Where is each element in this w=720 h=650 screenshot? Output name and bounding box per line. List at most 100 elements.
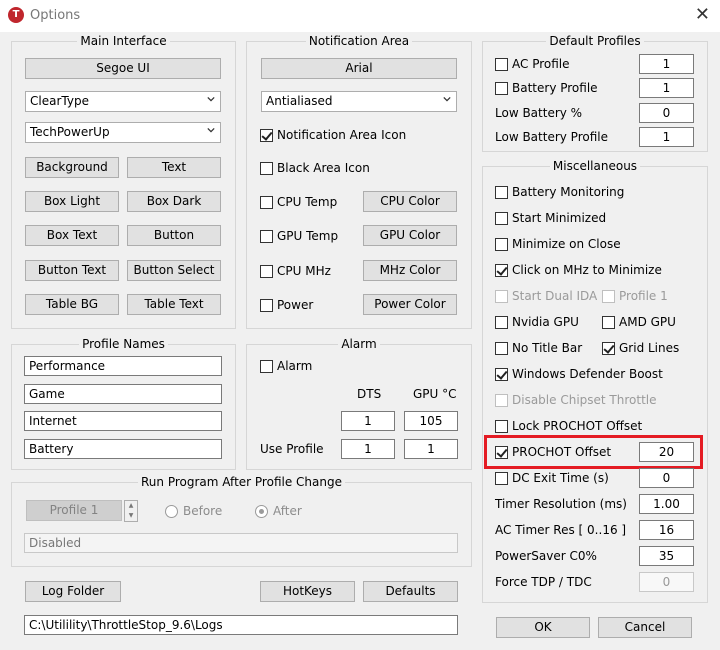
checkbox-checked-icon bbox=[495, 367, 508, 381]
checkbox-label: Lock PROCHOT Offset bbox=[512, 419, 643, 433]
button-color-button[interactable]: Button bbox=[127, 225, 221, 246]
box-dark-button[interactable]: Box Dark bbox=[127, 191, 221, 212]
defender-boost-checkbox[interactable]: Windows Defender Boost bbox=[495, 366, 663, 382]
start-dual-ida-checkbox[interactable]: Start Dual IDA bbox=[495, 288, 597, 304]
use-profile-dts-input[interactable]: 1 bbox=[341, 439, 395, 459]
cancel-button[interactable]: Cancel bbox=[598, 617, 692, 638]
lock-prochot-checkbox[interactable]: Lock PROCHOT Offset bbox=[495, 418, 642, 434]
battery-monitoring-checkbox[interactable]: Battery Monitoring bbox=[495, 184, 624, 200]
profile-name-2-input[interactable]: Game bbox=[24, 384, 222, 404]
checkbox-label: Start Dual IDA bbox=[512, 289, 598, 303]
cpu-color-button[interactable]: CPU Color bbox=[363, 191, 457, 212]
low-battery-profile-input[interactable]: 1 bbox=[639, 127, 694, 147]
profile-name-4-input[interactable]: Battery bbox=[24, 439, 222, 459]
notification-area-title: Notification Area bbox=[305, 34, 413, 48]
close-icon[interactable]: ✕ bbox=[695, 4, 710, 25]
profile-1-checkbox[interactable]: Profile 1 bbox=[602, 288, 668, 304]
ac-profile-input[interactable]: 1 bbox=[639, 54, 694, 74]
profile-name-1-input[interactable]: Performance bbox=[24, 356, 222, 376]
checkbox-label: Battery Profile bbox=[512, 81, 598, 95]
dc-exit-time-checkbox[interactable]: DC Exit Time (s) bbox=[495, 470, 609, 486]
background-color-button[interactable]: Background bbox=[25, 157, 119, 178]
gpu-color-button[interactable]: GPU Color bbox=[363, 225, 457, 246]
battery-profile-checkbox[interactable]: Battery Profile bbox=[495, 80, 598, 96]
radio-label: Before bbox=[183, 504, 223, 518]
main-font-button[interactable]: Segoe UI bbox=[25, 58, 221, 79]
use-profile-gpu-input[interactable]: 1 bbox=[404, 439, 458, 459]
checkbox-label: Grid Lines bbox=[619, 341, 680, 355]
checkbox-unchecked-icon bbox=[495, 471, 508, 485]
run-program-path[interactable]: Disabled bbox=[24, 533, 458, 553]
log-folder-button[interactable]: Log Folder bbox=[25, 581, 121, 602]
start-minimized-checkbox[interactable]: Start Minimized bbox=[495, 210, 606, 226]
box-text-button[interactable]: Box Text bbox=[25, 225, 119, 246]
grid-lines-checkbox[interactable]: Grid Lines bbox=[602, 340, 679, 356]
table-bg-button[interactable]: Table BG bbox=[25, 294, 119, 315]
checkbox-unchecked-icon bbox=[260, 298, 273, 312]
ac-profile-checkbox[interactable]: AC Profile bbox=[495, 56, 570, 72]
force-tdp-input[interactable]: 0 bbox=[639, 572, 694, 592]
spinner-up-icon[interactable]: ▲ bbox=[125, 501, 137, 511]
gpu-temp-checkbox[interactable]: GPU Temp bbox=[260, 228, 338, 244]
profile-name-3-input[interactable]: Internet bbox=[24, 411, 222, 431]
text-color-button[interactable]: Text bbox=[127, 157, 221, 178]
checkbox-unchecked-icon bbox=[495, 419, 508, 433]
checkbox-label: Click on MHz to Minimize bbox=[512, 263, 662, 277]
theme-select[interactable]: TechPowerUp bbox=[25, 122, 221, 143]
checkbox-label: Power bbox=[277, 298, 314, 312]
power-checkbox[interactable]: Power bbox=[260, 297, 313, 313]
mhz-color-button[interactable]: MHz Color bbox=[363, 260, 457, 281]
cpu-temp-checkbox[interactable]: CPU Temp bbox=[260, 194, 337, 210]
minimize-on-close-checkbox[interactable]: Minimize on Close bbox=[495, 236, 621, 252]
no-title-bar-checkbox[interactable]: No Title Bar bbox=[495, 340, 582, 356]
dc-exit-time-input[interactable]: 0 bbox=[639, 468, 694, 488]
before-radio[interactable]: Before bbox=[165, 504, 222, 518]
ac-timer-res-input[interactable]: 16 bbox=[639, 520, 694, 540]
chevron-down-icon bbox=[207, 96, 215, 102]
alarm-dts-input[interactable]: 1 bbox=[341, 411, 395, 431]
prochot-offset-checkbox[interactable]: PROCHOT Offset bbox=[495, 444, 611, 460]
antialias-value: Antialiased bbox=[266, 94, 333, 108]
timer-resolution-input[interactable]: 1.00 bbox=[639, 494, 694, 514]
spinner-down-icon[interactable]: ▼ bbox=[125, 511, 137, 521]
notification-area-icon-checkbox[interactable]: Notification Area Icon bbox=[260, 127, 406, 143]
render-mode-select[interactable]: ClearType bbox=[25, 91, 221, 112]
title-bar: T Options ✕ bbox=[0, 0, 720, 32]
checkbox-label: GPU Temp bbox=[277, 229, 339, 243]
checkbox-label: Start Minimized bbox=[512, 211, 607, 225]
battery-profile-input[interactable]: 1 bbox=[639, 78, 694, 98]
button-text-button[interactable]: Button Text bbox=[25, 260, 119, 281]
button-select-button[interactable]: Button Select bbox=[127, 260, 221, 281]
checkbox-label: Notification Area Icon bbox=[277, 128, 407, 142]
box-light-button[interactable]: Box Light bbox=[25, 191, 119, 212]
log-path-input[interactable]: C:\Utilility\ThrottleStop_9.6\Logs bbox=[24, 615, 458, 635]
low-battery-pct-input[interactable]: 0 bbox=[639, 103, 694, 123]
disable-chipset-throttle-checkbox[interactable]: Disable Chipset Throttle bbox=[495, 392, 657, 408]
ok-button[interactable]: OK bbox=[496, 617, 590, 638]
gpu-header: GPU °C bbox=[413, 387, 457, 401]
power-color-button[interactable]: Power Color bbox=[363, 294, 457, 315]
click-mhz-minimize-checkbox[interactable]: Click on MHz to Minimize bbox=[495, 262, 662, 278]
alarm-checkbox[interactable]: Alarm bbox=[260, 358, 312, 374]
table-text-button[interactable]: Table Text bbox=[127, 294, 221, 315]
prochot-offset-input[interactable]: 20 bbox=[639, 442, 694, 462]
checkbox-unchecked-icon bbox=[495, 393, 508, 407]
checkbox-label: Battery Monitoring bbox=[512, 185, 625, 199]
black-area-icon-checkbox[interactable]: Black Area Icon bbox=[260, 160, 370, 176]
powersaver-input[interactable]: 35 bbox=[639, 546, 694, 566]
cpu-mhz-checkbox[interactable]: CPU MHz bbox=[260, 263, 331, 279]
run-program-title: Run Program After Profile Change bbox=[138, 475, 345, 489]
antialias-select[interactable]: Antialiased bbox=[261, 91, 457, 112]
amd-gpu-checkbox[interactable]: AMD GPU bbox=[602, 314, 676, 330]
alarm-gpu-input[interactable]: 105 bbox=[404, 411, 458, 431]
nvidia-gpu-checkbox[interactable]: Nvidia GPU bbox=[495, 314, 579, 330]
after-radio[interactable]: After bbox=[255, 504, 302, 518]
checkbox-checked-icon bbox=[260, 128, 273, 142]
profile-spinner[interactable]: ▲ ▼ bbox=[124, 500, 138, 522]
notification-font-button[interactable]: Arial bbox=[261, 58, 457, 79]
defaults-button[interactable]: Defaults bbox=[363, 581, 458, 602]
hotkeys-button[interactable]: HotKeys bbox=[260, 581, 355, 602]
profile-names-title: Profile Names bbox=[79, 337, 168, 351]
run-profile-button[interactable]: Profile 1 bbox=[26, 500, 122, 521]
checkbox-label: CPU Temp bbox=[277, 195, 338, 209]
